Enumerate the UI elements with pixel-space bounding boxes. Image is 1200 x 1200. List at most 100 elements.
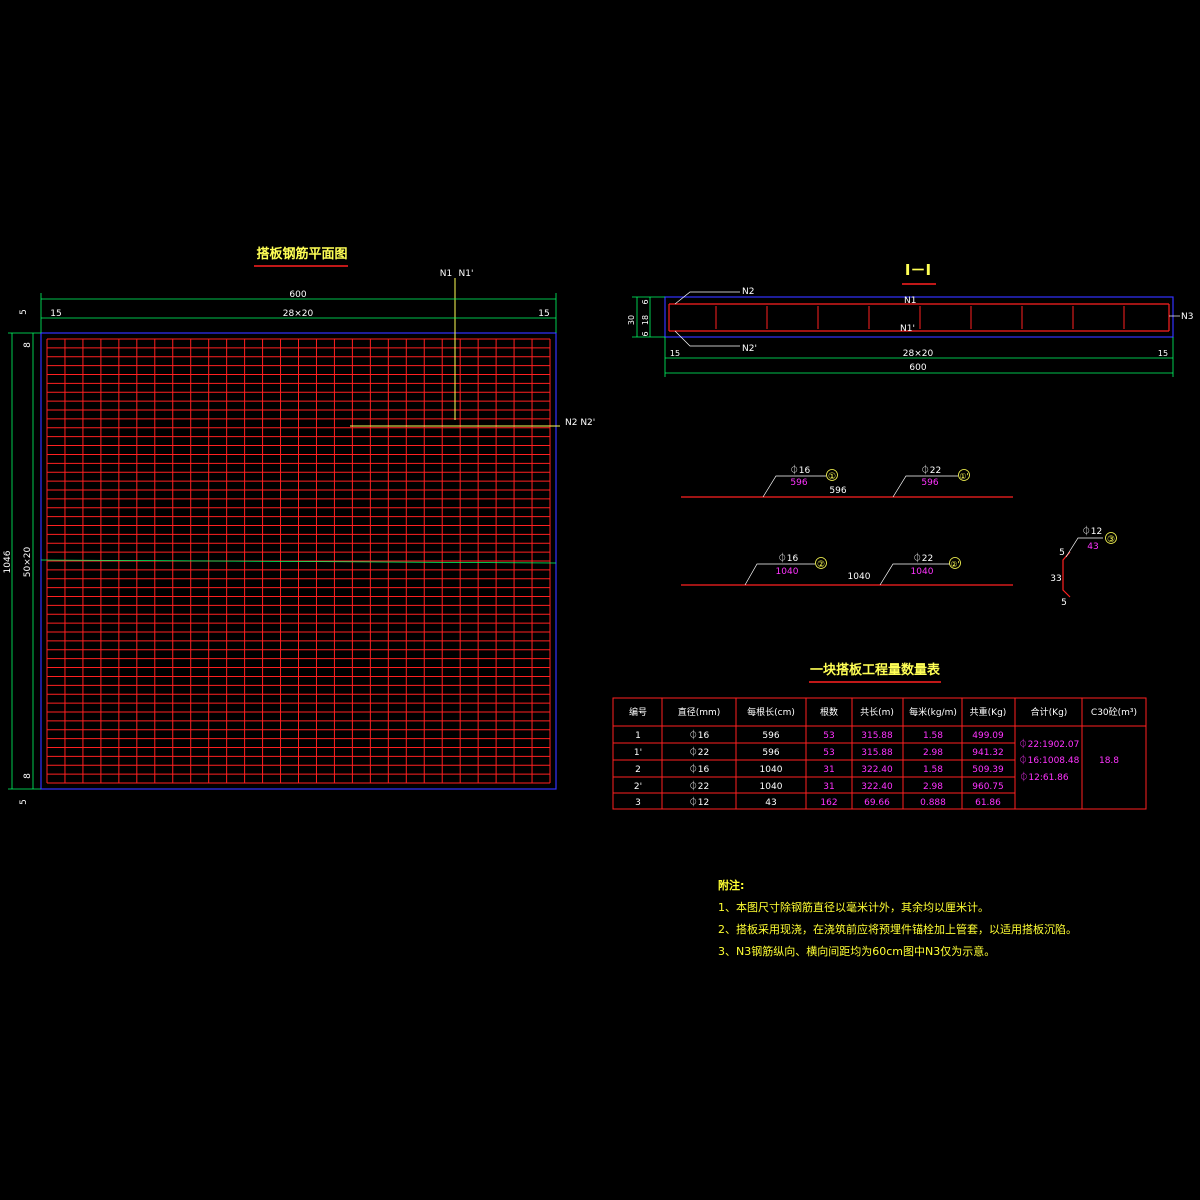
table-cell-id: 2' xyxy=(634,782,642,792)
table-cell-count: 53 xyxy=(823,748,834,758)
drawing-canvas: 搭板钢筋平面图 N1 N1' N2 N2' 600 28×20 15 15 5 … xyxy=(3,246,1193,810)
table-header-weight: 共重(Kg) xyxy=(970,706,1007,718)
table-concrete: 18.8 xyxy=(1099,756,1119,766)
bar-3-length: 43 xyxy=(1087,542,1098,552)
bar-2p-diameter: ⏀22 xyxy=(913,552,933,564)
table-cell-length: 1040 xyxy=(760,782,783,792)
table-header-sum: 合计(Kg) xyxy=(1031,706,1068,718)
table-cell-length: 596 xyxy=(762,731,779,741)
bar-1-length: 596 xyxy=(790,478,807,488)
plan-dim-top-offset: 5 xyxy=(19,309,29,315)
note-3: 3、N3钢筋纵向、横向间距均为60cm图中N3仅为示意。 xyxy=(718,945,996,958)
plan-dim-spacing: 28×20 xyxy=(283,309,314,319)
bar-2-marker: ② xyxy=(817,560,825,570)
table-cell-total-length: 322.40 xyxy=(861,765,893,775)
plan-dim-side-right: 15 xyxy=(538,309,549,319)
table-cell-total-length: 322.40 xyxy=(861,782,893,792)
bar-2-span: 1040 xyxy=(848,572,871,582)
table-cell-diameter: ⏀16 xyxy=(689,763,710,775)
plan-dim-side-left: 15 xyxy=(50,309,61,319)
table-cell-count: 31 xyxy=(823,765,834,775)
section-label-n1: N1 xyxy=(904,296,916,306)
bar-2p-marker: ②' xyxy=(950,560,959,569)
table-header-count: 根数 xyxy=(820,706,838,718)
bar-3-leg-bottom: 5 xyxy=(1061,598,1067,608)
table-cell-diameter: ⏀12 xyxy=(689,796,709,808)
table-rows: 1 ⏀16 596 53 315.88 1.58 499.09 1' ⏀22 596 53 315.8… xyxy=(634,729,1004,808)
plan-dim-total-width: 600 xyxy=(289,290,306,300)
quantity-table: 一块搭板工程量数量表 编号 直径(mm) 每根长(cm) 根数 共长(m) 每米… xyxy=(612,662,1147,810)
plan-dim-edge-bottom: 8 xyxy=(23,773,33,779)
section-dim-side-right: 15 xyxy=(1158,349,1168,358)
table-header-diameter: 直径(mm) xyxy=(678,706,721,718)
bar-2-diameter: ⏀16 xyxy=(778,552,799,564)
section-view: Ⅰ－Ⅰ N2 N2' N1 N1' N3 30 6 18 6 15 28×20 … xyxy=(627,261,1193,377)
section-dim-total: 600 xyxy=(909,363,926,373)
table-cell-diameter: ⏀22 xyxy=(689,746,709,758)
table-total-16: ⏀16:1008.48 xyxy=(1019,754,1080,766)
bar-3-shape xyxy=(1062,551,1071,598)
plan-dim-bottom-offset: 5 xyxy=(19,799,29,805)
section-leader-n2p xyxy=(674,330,740,347)
bar-1p-marker: ①' xyxy=(959,472,968,481)
table-cell-weight: 941.32 xyxy=(972,748,1004,758)
bar-1-span: 596 xyxy=(829,486,846,496)
table-total-22: ⏀22:1902.07 xyxy=(1019,738,1080,750)
plan-label-n2: N2 N2' xyxy=(565,418,595,428)
section-dim-side-left: 15 xyxy=(670,349,680,358)
table-cell-count: 53 xyxy=(823,731,834,741)
bar-2p-length: 1040 xyxy=(911,567,934,577)
bar-1p-diameter: ⏀22 xyxy=(921,464,941,476)
table-cell-count: 31 xyxy=(823,782,834,792)
table-cell-unit-weight: 2.98 xyxy=(923,748,943,758)
bar-1p-length: 596 xyxy=(921,478,938,488)
bar-3-marker: ③ xyxy=(1107,535,1115,545)
table-cell-id: 3 xyxy=(635,798,641,808)
table-header-id: 编号 xyxy=(629,706,647,718)
table-cell-count: 162 xyxy=(820,798,837,808)
table-cell-id: 1 xyxy=(635,731,641,741)
table-cell-unit-weight: 1.58 xyxy=(923,731,943,741)
table-cell-total-length: 69.66 xyxy=(864,798,890,808)
plan-title: 搭板钢筋平面图 xyxy=(256,246,347,262)
table-cell-weight: 960.75 xyxy=(972,782,1004,792)
table-cell-unit-weight: 2.98 xyxy=(923,782,943,792)
plan-label-n1p: N1' xyxy=(459,269,474,279)
bar-3-diameter: ⏀12 xyxy=(1082,525,1102,537)
table-header-total-length: 共长(m) xyxy=(860,706,894,718)
section-leader-n2 xyxy=(674,291,740,305)
table-header-unit-weight: 每米(kg/m) xyxy=(909,706,957,718)
table-title: 一块搭板工程量数量表 xyxy=(810,662,941,678)
section-label-n1p: N1' xyxy=(900,324,915,334)
table-cell-diameter: ⏀16 xyxy=(689,729,710,741)
table-cell-weight: 61.86 xyxy=(975,798,1001,808)
plan-label-n1: N1 xyxy=(440,269,452,279)
section-stirrups xyxy=(715,306,1125,329)
plan-rebar-grid xyxy=(46,338,551,784)
table-cell-unit-weight: 1.58 xyxy=(923,765,943,775)
plan-view: 搭板钢筋平面图 N1 N1' N2 N2' 600 28×20 15 15 5 … xyxy=(3,246,595,805)
section-title: Ⅰ－Ⅰ xyxy=(905,261,931,279)
bar-3-leg-mid: 33 xyxy=(1050,574,1061,584)
plan-dim-spacing-vertical: 50×20 xyxy=(23,547,33,578)
table-cell-id: 2 xyxy=(635,765,641,775)
bar-3-leg-top: 5 xyxy=(1059,548,1065,558)
plan-dim-total-height: 1046 xyxy=(3,550,13,573)
section-label-n2: N2 xyxy=(742,287,754,297)
table-cell-unit-weight: 0.888 xyxy=(920,798,946,808)
note-2: 2、搭板采用现浇，在浇筑前应将预埋件锚栓加上管套，以适用搭板沉陷。 xyxy=(718,923,1077,936)
table-header-length: 每根长(cm) xyxy=(747,706,795,718)
table-cell-weight: 509.39 xyxy=(972,765,1004,775)
table-header-concrete: C30砼(m³) xyxy=(1091,706,1137,718)
bar-2-length: 1040 xyxy=(776,567,799,577)
section-dim-inner: 18 xyxy=(641,315,650,325)
table-cell-length: 43 xyxy=(765,798,776,808)
plan-dim-edge-top: 8 xyxy=(23,342,33,348)
table-cell-total-length: 315.88 xyxy=(861,731,893,741)
bar-1-diameter: ⏀16 xyxy=(790,464,811,476)
section-dim-spacing: 28×20 xyxy=(903,349,934,359)
table-cell-length: 596 xyxy=(762,748,779,758)
table-total-12: ⏀12:61.86 xyxy=(1019,771,1069,783)
section-dim-cover-bottom: 6 xyxy=(641,331,650,336)
note-1: 1、本图尺寸除钢筋直径以毫米计外，其余均以厘米计。 xyxy=(718,901,989,914)
